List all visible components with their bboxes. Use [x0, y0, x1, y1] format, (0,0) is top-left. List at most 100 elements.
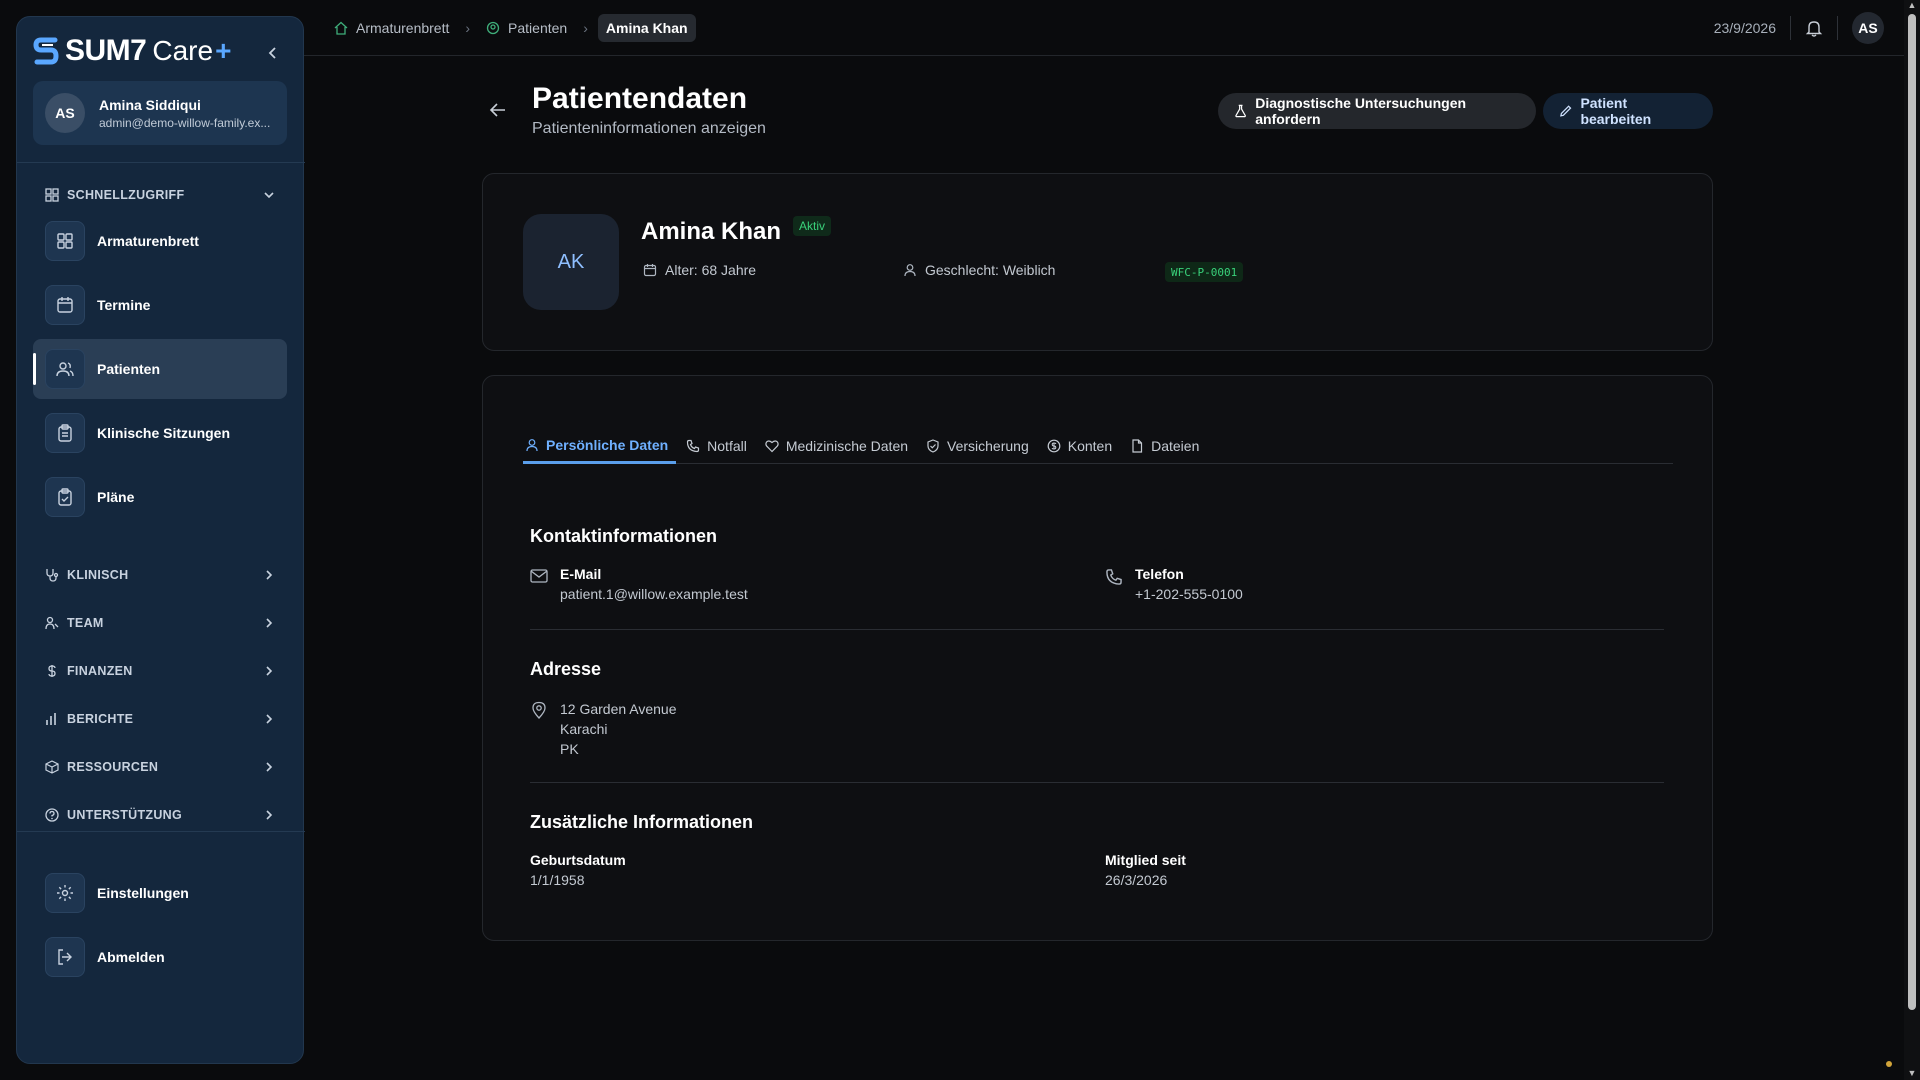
brand-name: SUM7: [65, 34, 147, 67]
sidebar-item-label: Abmelden: [97, 949, 165, 965]
address-section-title: Adresse: [530, 659, 602, 679]
tab-label: Konten: [1067, 438, 1113, 454]
page-subtitle: Patienteninformationen anzeigen: [532, 120, 766, 137]
patient-avatar: AK: [523, 214, 619, 310]
scroll-up-arrow-icon[interactable]: ▲: [1906, 0, 1918, 10]
file-icon: [1132, 439, 1143, 453]
nav-icon-box: [45, 349, 85, 389]
field-label: Geburtsdatum: [530, 852, 626, 868]
section-clinical[interactable]: KLINISCH: [45, 563, 275, 587]
collapse-sidebar-button[interactable]: [261, 41, 285, 65]
nav-icon-box: [45, 873, 85, 913]
tab-files[interactable]: Dateien: [1128, 428, 1207, 464]
tab-personal-data[interactable]: Persönliche Daten: [523, 428, 677, 464]
section-finance[interactable]: FINANZEN: [45, 659, 275, 683]
user-menu-avatar[interactable]: AS: [1852, 12, 1884, 44]
chevron-down-icon: [264, 192, 274, 199]
section-label: RESSOURCEN: [67, 760, 159, 774]
chevron-right-icon: ›: [583, 20, 588, 36]
field-label: Telefon: [1135, 566, 1184, 582]
bell-icon: [1805, 21, 1823, 37]
field-label: E-Mail: [560, 566, 602, 582]
status-badge: Aktiv: [793, 216, 832, 236]
back-button[interactable]: [486, 98, 510, 122]
request-diagnostics-button[interactable]: Diagnostische Untersuchungen anfordern: [1218, 93, 1536, 129]
team-icon: [45, 616, 59, 630]
section-label: TEAM: [67, 616, 104, 630]
section-label: SCHNELLZUGRIFF: [67, 188, 185, 202]
brand-product: Care: [152, 35, 214, 66]
sidebar-item-label: Termine: [97, 297, 151, 313]
tab-insurance[interactable]: Versicherung: [924, 428, 1037, 464]
tab-accounts[interactable]: Konten: [1045, 428, 1120, 464]
sidebar-item-patients[interactable]: Patienten: [33, 339, 287, 399]
field-label: Mitglied seit: [1105, 852, 1186, 868]
section-label: UNTERSTÜTZUNG: [67, 808, 183, 822]
section-resources[interactable]: RESSOURCEN: [45, 755, 275, 779]
edit-patient-button[interactable]: Patient bearbeiten: [1543, 93, 1713, 129]
chevron-right-icon: [266, 618, 273, 628]
home-icon: [334, 21, 348, 35]
divider: [1790, 16, 1791, 40]
shield-icon: [927, 439, 939, 453]
scroll-down-arrow-icon[interactable]: ▼: [1906, 1068, 1918, 1078]
users-icon: [56, 362, 74, 377]
bar-chart-icon: [46, 713, 56, 725]
clipboard-icon: [58, 424, 72, 442]
sidebar-item-clinical-sessions[interactable]: Klinische Sitzungen: [33, 403, 287, 463]
person-icon: [904, 264, 916, 277]
chevron-right-icon: [266, 714, 273, 724]
patient-profile-card: AK Amina Khan Aktiv Alter: 68 Jahre Gesc…: [482, 173, 1713, 351]
breadcrumb: Armaturenbrett › Patienten › Amina Khan: [328, 14, 696, 42]
sidebar-item-label: Patienten: [97, 361, 161, 377]
breadcrumb-label: Patienten: [508, 20, 568, 36]
breadcrumb-current: Amina Khan: [597, 14, 696, 42]
section-quick-access[interactable]: SCHNELLZUGRIFF: [45, 183, 275, 207]
section-reports[interactable]: BERICHTE: [45, 707, 275, 731]
clipboard-check-icon: [58, 488, 72, 506]
sidebar-item-dashboard[interactable]: Armaturenbrett: [33, 211, 287, 271]
mail-icon: [530, 569, 548, 583]
sidebar-item-appointments[interactable]: Termine: [33, 275, 287, 335]
breadcrumb-patients[interactable]: Patienten: [480, 14, 573, 42]
nav-icon-box: [45, 285, 85, 325]
arrow-left-icon: [489, 103, 505, 117]
calendar-icon: [643, 264, 657, 277]
heart-icon: [765, 440, 779, 453]
dashboard-icon: [57, 233, 73, 249]
tab-label: Versicherung: [947, 438, 1029, 454]
scrollbar-thumb[interactable]: [1908, 14, 1916, 1010]
dollar-icon: [48, 665, 56, 677]
phone-field: Telefon +1-202-555-0100: [1105, 566, 1243, 602]
sidebar-item-plans[interactable]: Pläne: [33, 467, 287, 527]
sidebar-item-label: Klinische Sitzungen: [97, 425, 231, 441]
sidebar-item-label: Pläne: [97, 489, 135, 505]
patient-id-badge: WFC-P-0001: [1165, 262, 1244, 282]
nav-icon-box: [45, 221, 85, 261]
notifications-button[interactable]: [1805, 19, 1823, 37]
sidebar-item-settings[interactable]: Einstellungen: [33, 863, 287, 923]
current-date: 23/9/2026: [1713, 20, 1776, 36]
button-label: Diagnostische Untersuchungen anfordern: [1255, 95, 1467, 127]
topbar: Armaturenbrett › Patienten › Amina Khan …: [304, 0, 1904, 56]
brand-logo[interactable]: SUM7 Care +: [33, 33, 231, 69]
breadcrumb-dashboard[interactable]: Armaturenbrett: [328, 14, 455, 42]
chevron-right-icon: [266, 666, 273, 676]
patient-age: Alter: 68 Jahre: [643, 262, 756, 278]
breadcrumb-label: Armaturenbrett: [356, 20, 450, 36]
person-icon: [526, 438, 538, 451]
divider: [1837, 16, 1838, 40]
section-support[interactable]: UNTERSTÜTZUNG: [45, 803, 275, 827]
phone-value: +1-202-555-0100: [1135, 586, 1243, 602]
grid-icon: [45, 188, 59, 202]
tab-emergency[interactable]: Notfall: [684, 428, 755, 464]
sidebar-item-label: Einstellungen: [97, 885, 189, 901]
nav-icon-box: [45, 937, 85, 977]
address-line: 12 Garden Avenue: [560, 701, 677, 717]
tab-medical-data[interactable]: Medizinische Daten: [763, 428, 916, 464]
sidebar-item-label: Armaturenbrett: [97, 233, 199, 249]
user-card[interactable]: AS Amina Siddiqui admin@demo-willow-fami…: [33, 81, 287, 145]
section-team[interactable]: TEAM: [45, 611, 275, 635]
gear-icon: [57, 885, 73, 901]
sidebar-item-logout[interactable]: Abmelden: [33, 927, 287, 987]
